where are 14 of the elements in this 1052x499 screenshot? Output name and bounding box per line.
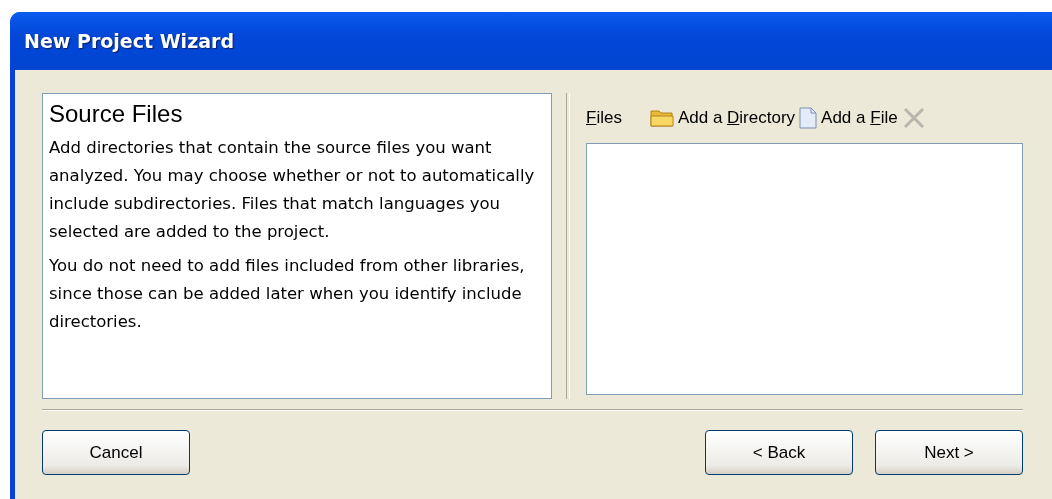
close-icon bbox=[901, 106, 926, 130]
files-list[interactable] bbox=[586, 143, 1023, 395]
window-title: New Project Wizard bbox=[24, 30, 234, 52]
add-file-button[interactable]: Add a File bbox=[797, 107, 900, 129]
section-heading: Source Files bbox=[49, 100, 184, 128]
wizard-button[interactable]: < Back bbox=[705, 430, 853, 475]
wizard-button[interactable]: Next > bbox=[875, 430, 1023, 475]
document-icon bbox=[799, 107, 818, 129]
add-directory-button[interactable]: Add a Directory bbox=[647, 108, 798, 128]
wizard-button[interactable]: Cancel bbox=[42, 430, 190, 475]
files-label: Files bbox=[586, 108, 622, 128]
description-text: Add directories that contain the source files you want analyzed. You may choose whether or not to automatically include subdirectories. Files that match languages you selected are added to the project. bbox=[49, 137, 536, 243]
description-text: You do not need to add files included from other libraries, since those can be added later when you identify include directories. bbox=[49, 255, 526, 333]
folder-icon bbox=[649, 108, 674, 128]
